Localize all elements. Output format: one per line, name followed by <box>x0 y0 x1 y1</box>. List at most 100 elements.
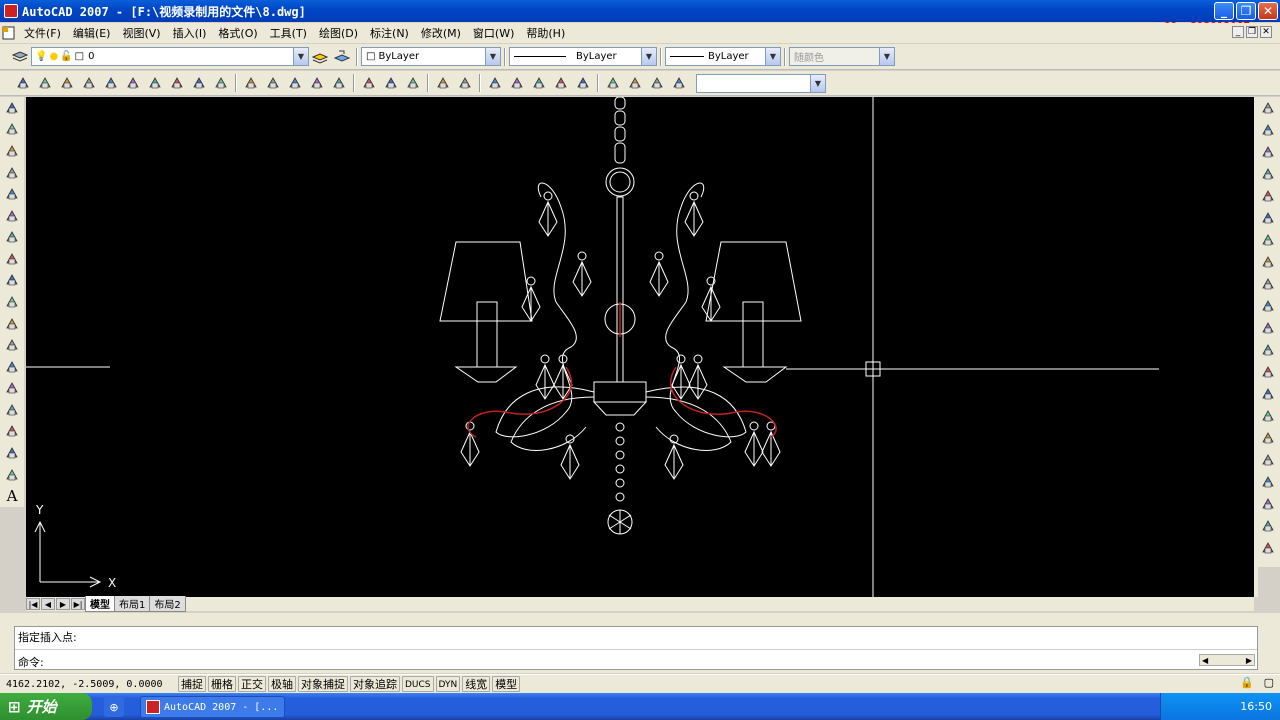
make-block-icon[interactable] <box>2 357 22 377</box>
view-dropdown[interactable]: ▼ <box>696 73 826 93</box>
menu-tools[interactable]: 工具(T) <box>264 25 313 41</box>
3d-orbit-icon[interactable] <box>507 73 527 93</box>
copy-icon[interactable] <box>1258 120 1278 140</box>
subtract-icon[interactable] <box>359 73 379 93</box>
otrack-toggle[interactable]: 对象追踪 <box>350 676 400 692</box>
offset-icon[interactable] <box>1258 164 1278 184</box>
box-icon[interactable] <box>13 73 33 93</box>
visual-style-icon[interactable] <box>529 73 549 93</box>
hatch-icon[interactable] <box>2 400 22 420</box>
break-at-point-icon[interactable] <box>1258 340 1278 360</box>
insert-block-icon[interactable] <box>2 335 22 355</box>
multiline-text-icon[interactable]: A <box>2 486 22 506</box>
revolve-icon[interactable] <box>285 73 305 93</box>
gradient-icon[interactable] <box>2 422 22 442</box>
text-icon[interactable] <box>485 73 505 93</box>
draw-order-back-icon[interactable] <box>1258 494 1278 514</box>
draw-order-front-icon[interactable] <box>1258 472 1278 492</box>
dyn-toggle[interactable]: DYN <box>435 676 461 692</box>
menu-draw[interactable]: 绘图(D) <box>313 25 364 41</box>
clean-screen-icon[interactable]: ▢ <box>1264 676 1274 689</box>
planar-surface-icon[interactable] <box>189 73 209 93</box>
lock-icon[interactable]: 🔒 <box>1240 676 1254 689</box>
explode-icon[interactable] <box>1258 450 1278 470</box>
first-tab-arrow-icon[interactable]: |◀ <box>26 598 40 610</box>
chevron-down-icon[interactable]: ▼ <box>293 48 308 65</box>
erase-icon[interactable] <box>1258 98 1278 118</box>
join-icon[interactable] <box>1258 384 1278 404</box>
trim-icon[interactable] <box>1258 296 1278 316</box>
minimize-button[interactable]: _ <box>1214 2 1234 20</box>
rectangle-icon[interactable] <box>2 184 22 204</box>
chevron-down-icon[interactable]: ▼ <box>765 48 780 65</box>
tab-layout1[interactable]: 布局1 <box>114 596 151 612</box>
color-dropdown[interactable]: □ ByLayer ▼ <box>361 47 501 66</box>
linetype-dropdown[interactable]: ByLayer ▼ <box>509 47 657 66</box>
lineweight-dropdown[interactable]: ByLayer ▼ <box>665 47 781 66</box>
quick-launch-icon[interactable]: ⊕ <box>104 697 124 717</box>
line-icon[interactable] <box>2 98 22 118</box>
intersect-icon[interactable] <box>381 73 401 93</box>
fillet-icon[interactable] <box>1258 428 1278 448</box>
zoom-realtime-icon[interactable] <box>625 73 645 93</box>
break-icon[interactable] <box>1258 362 1278 382</box>
draw-order-under-icon[interactable] <box>1258 538 1278 558</box>
drawing-canvas[interactable]: Y X <box>26 97 1254 597</box>
tab-layout2[interactable]: 布局2 <box>149 596 186 612</box>
extend-icon[interactable] <box>1258 318 1278 338</box>
menu-format[interactable]: 格式(O) <box>212 25 263 41</box>
3d-move-icon[interactable] <box>403 73 423 93</box>
pyramid-icon[interactable] <box>145 73 165 93</box>
document-icon[interactable] <box>1 23 17 43</box>
close-button[interactable]: ✕ <box>1258 2 1278 20</box>
menu-modify[interactable]: 修改(M) <box>415 25 467 41</box>
spline-icon[interactable] <box>2 271 22 291</box>
ellipse-arc-icon[interactable] <box>2 314 22 334</box>
union-icon[interactable] <box>329 73 349 93</box>
menu-dimension[interactable]: 标注(N) <box>364 25 415 41</box>
menu-file[interactable]: 文件(F) <box>18 25 67 41</box>
helix-icon[interactable] <box>167 73 187 93</box>
ellipse-icon[interactable] <box>2 292 22 312</box>
snap-toggle[interactable]: 捕捉 <box>178 676 206 692</box>
revision-cloud-icon[interactable] <box>2 249 22 269</box>
layer-dropdown[interactable]: 💡 ● 🔓 □ 0 ▼ <box>31 47 309 66</box>
chevron-down-icon[interactable]: ▼ <box>641 48 656 65</box>
model-toggle[interactable]: 模型 <box>492 676 521 692</box>
menu-view[interactable]: 视图(V) <box>116 25 166 41</box>
cylinder-icon[interactable] <box>101 73 121 93</box>
prev-tab-arrow-icon[interactable]: ◀ <box>41 598 55 610</box>
ducs-toggle[interactable]: DUCS <box>402 676 434 692</box>
grid-toggle[interactable]: 栅格 <box>208 676 236 692</box>
mirror-icon[interactable] <box>1258 142 1278 162</box>
menu-edit[interactable]: 编辑(E) <box>67 25 117 41</box>
chevron-down-icon[interactable]: ▼ <box>485 48 500 65</box>
command-window[interactable]: 指定插入点: 命令: ◀ ▶ <box>14 626 1258 670</box>
vertical-scrollbar[interactable] <box>1254 97 1258 597</box>
tab-model[interactable]: 模型 <box>85 596 115 612</box>
render-icon[interactable] <box>551 73 571 93</box>
pan-icon[interactable] <box>647 73 667 93</box>
osnap-toggle[interactable]: 对象捕捉 <box>298 676 348 692</box>
arc-icon[interactable] <box>2 206 22 226</box>
layer-manager-icon[interactable] <box>10 47 30 67</box>
sphere-icon[interactable] <box>79 73 99 93</box>
lineweight-toggle[interactable]: 线宽 <box>462 676 491 692</box>
array-icon[interactable] <box>1258 186 1278 206</box>
torus-icon[interactable] <box>123 73 143 93</box>
polyline-icon[interactable] <box>2 141 22 161</box>
zoom-window-icon[interactable] <box>669 73 689 93</box>
3d-align-icon[interactable] <box>455 73 475 93</box>
circle-icon[interactable] <box>2 227 22 247</box>
rotate-icon[interactable] <box>1258 230 1278 250</box>
point-icon[interactable] <box>2 379 22 399</box>
chamfer-icon[interactable] <box>1258 406 1278 426</box>
doc-restore-button[interactable]: ❐ <box>1246 26 1258 38</box>
sweep-icon[interactable] <box>263 73 283 93</box>
command-scrollbar[interactable]: ◀ ▶ <box>1199 654 1255 666</box>
layer-previous-icon[interactable] <box>332 47 352 67</box>
polygon-icon[interactable] <box>2 163 22 183</box>
doc-close-button[interactable]: ✕ <box>1260 26 1272 38</box>
make-object-layer-current-icon[interactable] <box>310 47 330 67</box>
lights-icon[interactable] <box>603 73 623 93</box>
